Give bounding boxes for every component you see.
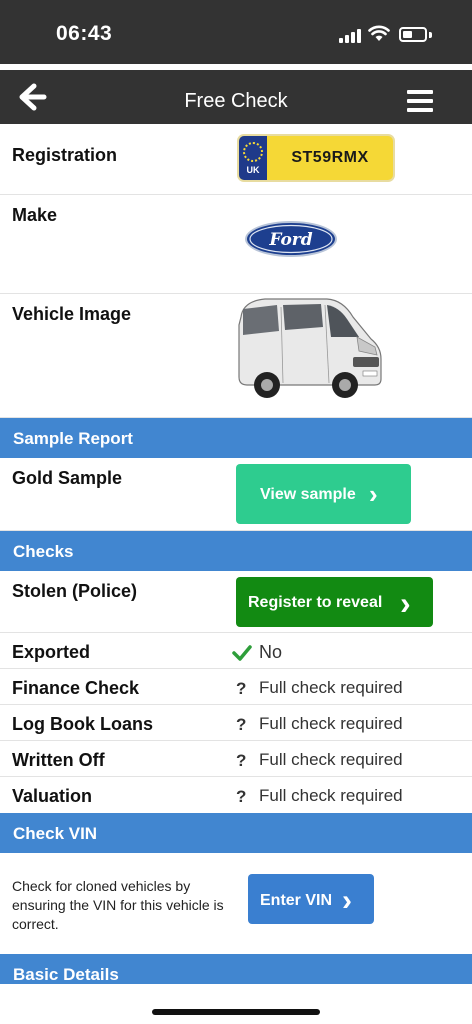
check-label: Finance Check — [12, 678, 140, 698]
question-icon: ? — [236, 787, 247, 806]
check-value-log-book: Full check required — [259, 714, 403, 733]
check-value-exported: No — [259, 642, 283, 662]
enter-vin-label: Enter VIN — [260, 892, 333, 909]
vehicle-image-label: Vehicle Image — [12, 304, 132, 324]
basic-details-title: Basic Details — [13, 965, 119, 984]
checks-title: Checks — [13, 542, 74, 561]
check-vin-title: Check VIN — [13, 824, 98, 843]
check-label: Written Off — [12, 750, 105, 770]
check-icon — [232, 645, 252, 661]
vehicle-image — [238, 298, 382, 398]
register-to-reveal-label: Register to reveal — [248, 594, 383, 611]
check-vin-header: Check VIN — [0, 813, 472, 853]
home-indicator[interactable] — [152, 1009, 320, 1015]
chevron-right-icon: › — [342, 884, 352, 917]
question-icon: ? — [236, 751, 247, 770]
registration-plate: UK ST59RMX — [237, 134, 395, 182]
register-to-reveal-button[interactable]: Register to reveal › — [236, 577, 433, 627]
check-value-written-off: Full check required — [259, 750, 403, 769]
battery-nub — [429, 32, 432, 38]
hamburger-menu-icon[interactable] — [407, 90, 433, 112]
sample-report-header: Sample Report — [0, 418, 472, 458]
battery-icon — [399, 27, 427, 42]
check-value-valuation: Full check required — [259, 786, 403, 805]
basic-details-header: Basic Details — [0, 954, 472, 984]
view-sample-button[interactable]: View sample › — [236, 464, 411, 524]
question-icon: ? — [236, 679, 247, 698]
plate-number: ST59RMX — [291, 149, 369, 166]
check-value-finance: Full check required — [259, 678, 403, 697]
plate-country: UK — [246, 165, 260, 175]
ford-logo-text: Ford — [268, 230, 312, 250]
check-label: Log Book Loans — [12, 714, 153, 734]
view-sample-label: View sample — [260, 486, 356, 503]
sample-report-title: Sample Report — [13, 429, 133, 448]
gold-sample-label: Gold Sample — [12, 468, 123, 488]
page-title: Free Check — [184, 90, 288, 112]
chevron-right-icon: › — [369, 479, 378, 509]
enter-vin-button[interactable]: Enter VIN › — [248, 874, 374, 924]
status-bar: 06:43 — [0, 0, 472, 64]
chevron-right-icon: › — [400, 585, 411, 621]
question-icon: ? — [236, 715, 247, 734]
registration-row: Registration — [0, 124, 472, 195]
cellular-signal-icon — [339, 28, 363, 43]
nav-bar: Free Check — [0, 70, 472, 124]
eu-flag-icon: UK — [239, 136, 267, 180]
make-row: Make — [0, 195, 472, 294]
registration-label: Registration — [12, 145, 118, 165]
stolen-label: Stolen (Police) — [12, 581, 138, 601]
checks-header: Checks — [0, 531, 472, 571]
check-label: Valuation — [12, 786, 93, 806]
ford-logo: Ford — [245, 221, 337, 257]
status-time: 06:43 — [56, 22, 113, 45]
check-label: Exported — [12, 642, 91, 662]
wifi-icon — [368, 25, 390, 41]
make-label: Make — [12, 205, 58, 225]
check-vin-description: Check for cloned vehicles by ensuring th… — [12, 878, 224, 932]
